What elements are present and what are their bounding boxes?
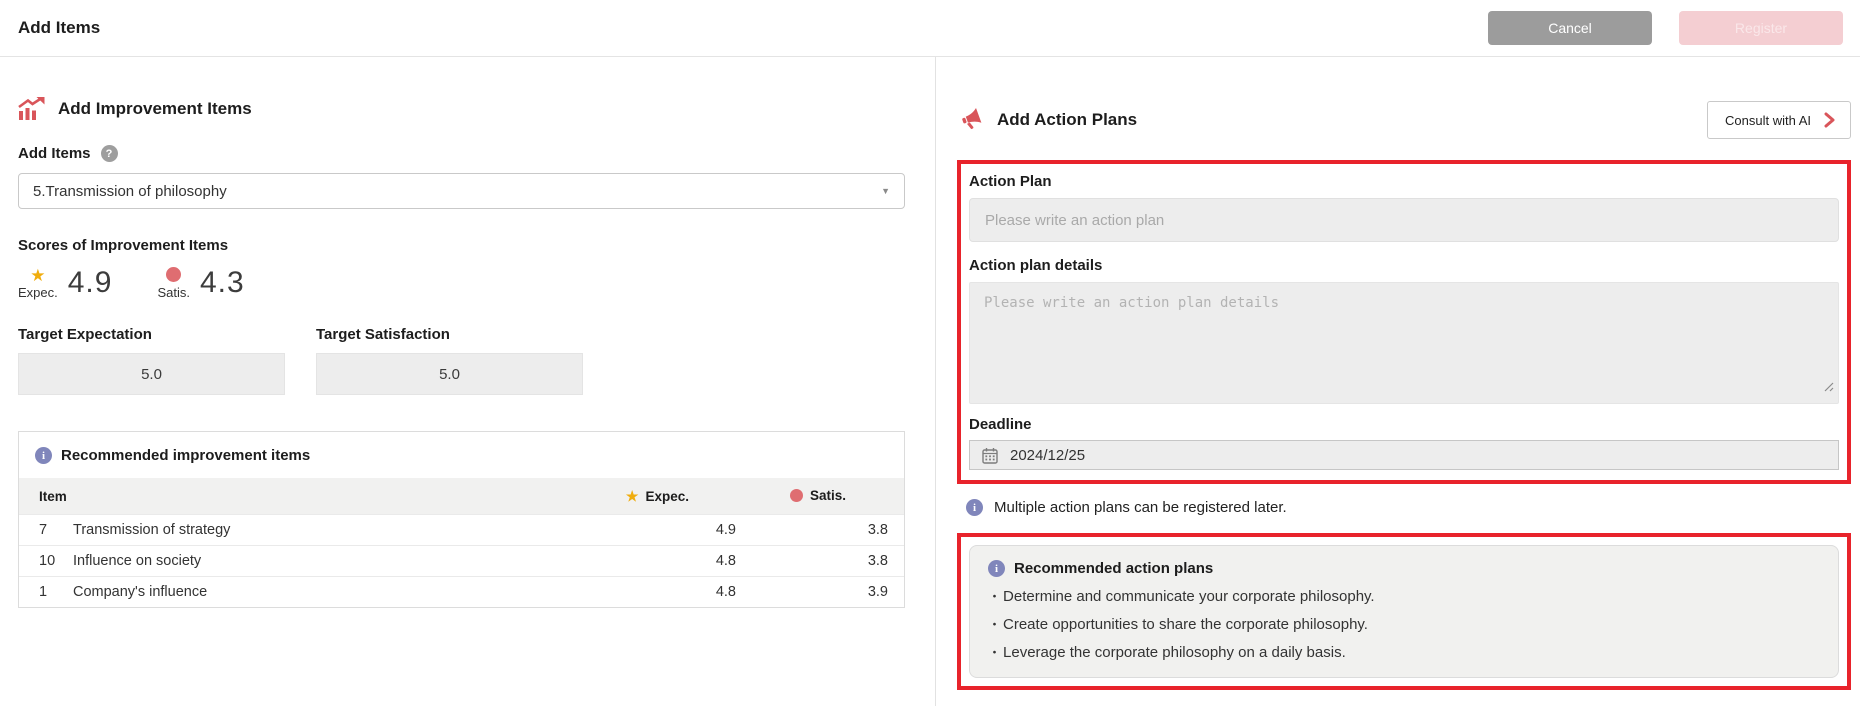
row-satis-value: 3.8 — [744, 553, 904, 569]
recommended-plan-item: Determine and communicate your corporate… — [988, 586, 1820, 605]
action-plan-label: Action Plan — [969, 173, 1839, 190]
row-item-name: Company's influence — [73, 584, 207, 600]
action-plan-input[interactable] — [969, 198, 1839, 242]
trending-chart-icon — [18, 97, 45, 120]
scores-title: Scores of Improvement Items — [18, 237, 905, 254]
recommended-items-title: Recommended improvement items — [61, 447, 310, 464]
target-expectation-input[interactable]: 5.0 — [18, 353, 285, 395]
satisfaction-score-value: 4.3 — [200, 266, 245, 300]
target-expectation-label: Target Expectation — [18, 326, 152, 343]
target-satisfaction-input[interactable]: 5.0 — [316, 353, 583, 395]
improvement-section-head: Add Improvement Items — [18, 97, 905, 120]
calendar-icon — [982, 447, 998, 464]
add-items-select[interactable]: 5.Transmission of philosophy ▼ — [18, 173, 905, 209]
info-icon: i — [35, 447, 52, 464]
top-bar: Add Items Cancel Register — [0, 0, 1860, 57]
megaphone-icon — [957, 107, 983, 133]
consult-with-ai-button[interactable]: Consult with AI — [1707, 101, 1851, 139]
expectation-score: ★ Expec. 4.9 — [18, 266, 112, 300]
row-item-name: Transmission of strategy — [73, 522, 230, 538]
resize-handle-icon[interactable] — [1824, 379, 1834, 397]
action-plan-form-highlight: Action Plan Action plan details Deadline — [957, 160, 1851, 484]
target-satisfaction-field: Target Satisfaction 5.0 — [316, 326, 583, 395]
recommended-plans-title-row: i Recommended action plans — [988, 560, 1820, 577]
improvement-items-panel: Add Improvement Items Add Items ? 5.Tran… — [0, 57, 936, 706]
recommended-items-title-row: i Recommended improvement items — [19, 432, 904, 478]
deadline-label: Deadline — [969, 416, 1839, 433]
recommended-plans-highlight: i Recommended action plans Determine and… — [957, 533, 1851, 690]
row-satis-value: 3.9 — [744, 584, 904, 600]
info-icon: i — [966, 499, 983, 516]
row-item-name: Influence on society — [73, 553, 201, 569]
action-plan-details-textarea[interactable] — [969, 282, 1839, 404]
deadline-input[interactable]: 2024/12/25 — [969, 440, 1839, 470]
satisfaction-score: Satis. 4.3 — [157, 266, 244, 300]
recommended-plan-item: Leverage the corporate philosophy on a d… — [988, 642, 1820, 661]
add-items-selected-value: 5.Transmission of philosophy — [33, 183, 227, 200]
row-expec-value: 4.8 — [594, 553, 744, 569]
column-header-satis: Satis. — [810, 488, 846, 503]
deadline-value: 2024/12/25 — [1010, 447, 1085, 464]
action-plan-details-label: Action plan details — [969, 257, 1839, 274]
chevron-down-icon: ▼ — [881, 186, 890, 196]
row-satis-value: 3.8 — [744, 522, 904, 538]
add-items-label: Add Items — [18, 145, 91, 162]
scores-row: ★ Expec. 4.9 Satis. 4.3 — [18, 266, 905, 300]
row-expec-value: 4.9 — [594, 522, 744, 538]
expectation-score-label: Expec. — [18, 286, 58, 299]
improvement-section-title: Add Improvement Items — [58, 99, 252, 119]
satisfaction-dot-icon — [790, 489, 803, 502]
topbar-actions: Cancel Register — [1488, 11, 1843, 45]
target-expectation-field: Target Expectation 5.0 — [18, 326, 285, 395]
row-number: 7 — [39, 522, 61, 538]
table-row[interactable]: 10 Influence on society 4.8 3.8 — [19, 545, 904, 576]
star-icon: ★ — [30, 267, 45, 284]
table-header-row: Item ★ Expec. Satis. — [19, 478, 904, 514]
satisfaction-dot-icon — [166, 267, 181, 282]
row-expec-value: 4.8 — [594, 584, 744, 600]
cancel-button[interactable]: Cancel — [1488, 11, 1652, 45]
table-row[interactable]: 1 Company's influence 4.8 3.9 — [19, 576, 904, 607]
action-plans-panel: Add Action Plans Consult with AI Action … — [936, 57, 1860, 706]
note-row: i Multiple action plans can be registere… — [957, 499, 1851, 516]
page-title: Add Items — [18, 18, 100, 38]
recommended-plan-item: Create opportunities to share the corpor… — [988, 614, 1820, 633]
info-icon: i — [988, 560, 1005, 577]
add-items-label-row: Add Items ? — [18, 145, 905, 162]
recommended-items-table: i Recommended improvement items Item ★ Ex… — [18, 431, 905, 608]
target-satisfaction-label: Target Satisfaction — [316, 326, 450, 343]
star-icon: ★ — [626, 488, 639, 505]
column-header-item: Item — [19, 489, 594, 504]
note-text: Multiple action plans can be registered … — [994, 499, 1287, 516]
recommended-plans-title: Recommended action plans — [1014, 560, 1213, 577]
row-number: 1 — [39, 584, 61, 600]
main-content: Add Improvement Items Add Items ? 5.Tran… — [0, 57, 1860, 706]
action-plans-head: Add Action Plans Consult with AI — [957, 101, 1851, 139]
consult-with-ai-label: Consult with AI — [1725, 113, 1811, 128]
column-header-expec: Expec. — [645, 489, 689, 504]
help-icon[interactable]: ? — [101, 145, 118, 162]
row-number: 10 — [39, 553, 61, 569]
action-plans-title: Add Action Plans — [997, 110, 1137, 130]
targets-row: Target Expectation 5.0 Target Satisfacti… — [18, 326, 905, 395]
recommended-plans-panel: i Recommended action plans Determine and… — [969, 545, 1839, 678]
table-row[interactable]: 7 Transmission of strategy 4.9 3.8 — [19, 514, 904, 545]
satisfaction-score-label: Satis. — [157, 286, 190, 299]
expectation-score-value: 4.9 — [68, 266, 113, 300]
chevron-right-icon — [1823, 112, 1836, 128]
register-button[interactable]: Register — [1679, 11, 1843, 45]
